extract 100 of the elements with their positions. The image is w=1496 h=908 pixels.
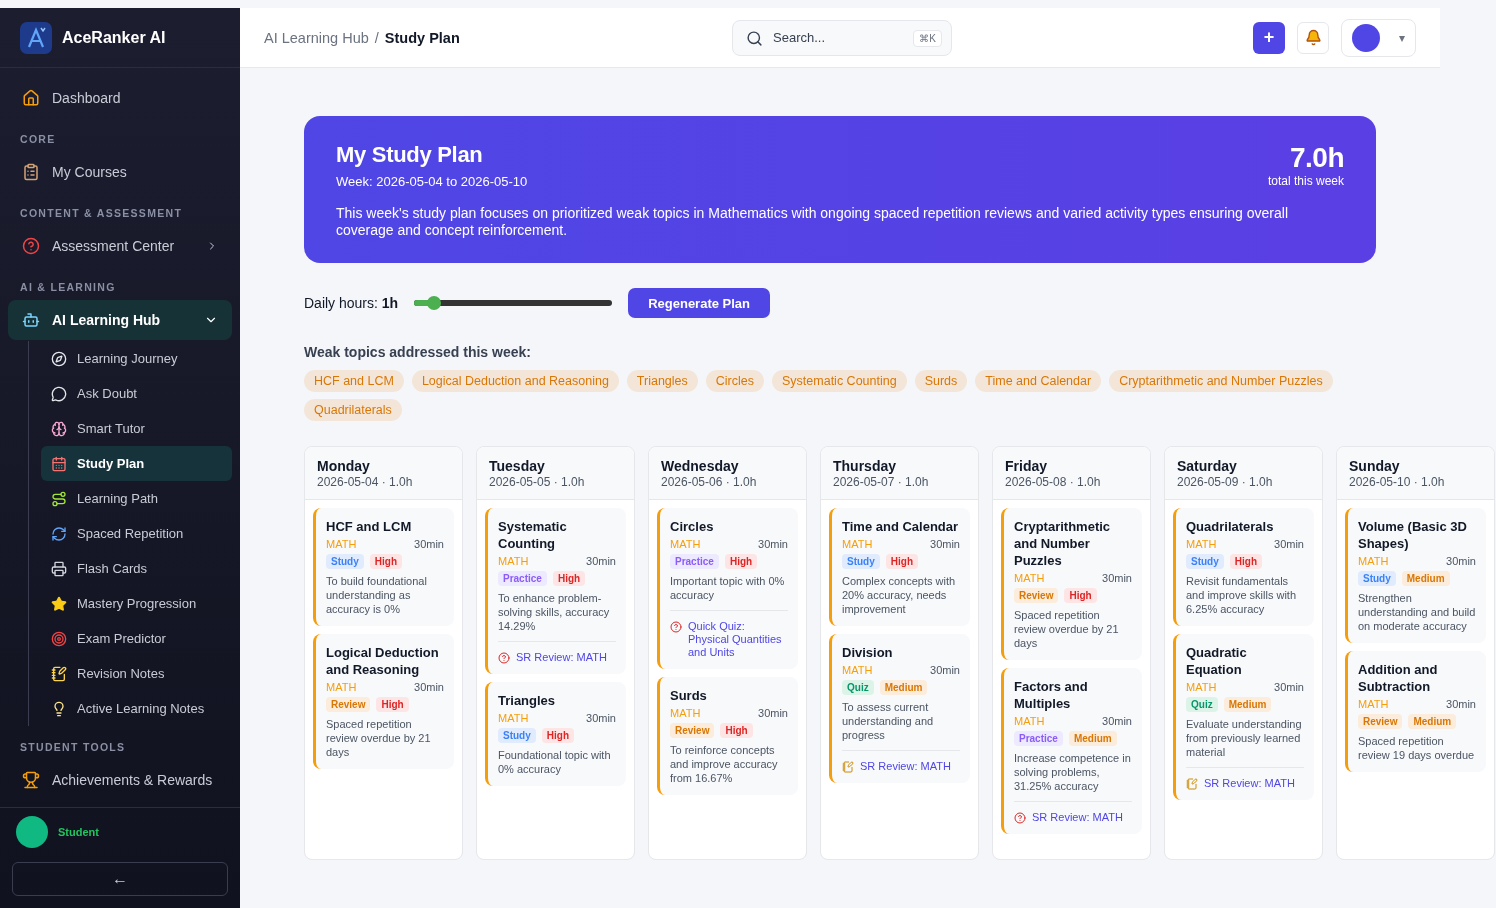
task-tag: Medium: [1401, 571, 1450, 586]
task-tag: Review: [326, 697, 371, 712]
task-title: Division: [842, 644, 894, 661]
nav-subitem[interactable]: Revision Notes: [41, 656, 232, 691]
task-note: To enhance problem-solving skills, accuracy 14.29%: [498, 591, 611, 633]
total-label: total this week: [1267, 174, 1344, 188]
logo-icon: [20, 21, 52, 54]
task-tag: High: [885, 554, 918, 569]
task-duration: 30min: [758, 538, 788, 550]
task-tag: Medium: [1223, 697, 1272, 712]
day-date: 2026-05-10 · 1.0h: [1349, 475, 1446, 489]
task-duration: 30min: [414, 681, 444, 693]
task-note: Important topic with 0% accuracy: [670, 574, 786, 602]
nav-item[interactable]: Dashboard: [8, 78, 232, 118]
nav-item[interactable]: Assessment Center: [8, 226, 232, 266]
clipboard-icon: [22, 163, 40, 181]
task-tag: High: [724, 554, 758, 569]
breadcrumb-separator: /: [374, 29, 379, 46]
day-name: Friday: [1005, 458, 1048, 474]
question-icon: [670, 621, 682, 633]
task-tag: Review: [1014, 588, 1059, 603]
task-subject: MATH: [1014, 715, 1045, 727]
compass-icon: [51, 350, 67, 367]
brand-name: AceRanker AI: [62, 28, 166, 47]
review-link[interactable]: SR Review: MATH: [860, 760, 951, 773]
nav-subitem[interactable]: Ask Doubt: [41, 376, 232, 411]
nav-subitem[interactable]: Spaced Repetition: [41, 516, 232, 551]
task-note: Revisit fundamentals and improve skills with 6.25% accuracy: [1186, 574, 1298, 616]
day-name: Monday: [317, 458, 371, 474]
section-heading: STUDENT TOOLS: [19, 740, 127, 755]
notifications-button[interactable]: [1297, 21, 1329, 54]
topic-chip: Quadrilaterals: [304, 399, 402, 421]
task-subject: MATH: [1186, 681, 1217, 693]
profile-button[interactable]: ▾: [1341, 18, 1416, 57]
task-subject: MATH: [842, 664, 873, 676]
collapse-button[interactable]: ←: [12, 862, 228, 896]
task-duration: 30min: [414, 538, 444, 550]
task-tag: Study: [1186, 554, 1224, 569]
task-tag: Quiz: [1186, 697, 1218, 712]
weak-topics-heading: Weak topics addressed this week:: [304, 344, 532, 360]
task-title: Surds: [670, 687, 708, 704]
week-range: Week: 2026-05-04 to 2026-05-10: [336, 174, 528, 189]
day-date: 2026-05-06 · 1.0h: [661, 475, 758, 489]
notepad-icon: [1186, 778, 1198, 790]
task-tag: Practice: [1014, 731, 1063, 746]
review-link[interactable]: SR Review: MATH: [516, 651, 607, 664]
nav-item[interactable]: My Courses: [8, 152, 232, 192]
nav-subitem[interactable]: Smart Tutor: [41, 411, 232, 446]
task-title: Circles: [670, 518, 715, 535]
nav-subitem[interactable]: Study Plan: [41, 446, 232, 481]
task-note: To reinforce concepts and improve accuracy from 16.67%: [670, 743, 779, 785]
nav-subitem[interactable]: Mastery Progression: [41, 586, 232, 621]
task-subject: MATH: [1358, 555, 1389, 567]
nav-subitem[interactable]: Exam Predictor: [41, 621, 232, 656]
regenerate-button[interactable]: Regenerate Plan: [628, 288, 771, 318]
task-title: Cryptarithmetic and Number Puzzles: [1014, 518, 1112, 569]
task-duration: 30min: [930, 538, 960, 550]
avatar: [16, 816, 48, 848]
slider-thumb[interactable]: [426, 296, 441, 310]
task-subject: MATH: [842, 538, 873, 550]
task-tag: High: [1229, 554, 1262, 569]
star-icon: [51, 595, 67, 612]
task-tag: Quiz: [842, 680, 874, 695]
review-link[interactable]: SR Review: MATH: [1032, 811, 1123, 824]
topic-chip: Systematic Counting: [772, 370, 907, 392]
topic-chip: Triangles: [626, 370, 698, 392]
task-note: Spaced repetition review 19 days overdue: [1358, 734, 1476, 762]
task-tag: Review: [1358, 714, 1403, 729]
lightbulb-icon: [51, 700, 67, 717]
add-button[interactable]: +: [1253, 21, 1285, 54]
breadcrumb[interactable]: AI Learning Hub: [264, 29, 369, 46]
review-link[interactable]: SR Review: MATH: [1204, 777, 1295, 790]
nav-item[interactable]: Achievements & Rewards: [8, 760, 232, 800]
nav-subitem[interactable]: Active Learning Notes: [41, 691, 232, 726]
nav-subitem[interactable]: Flash Cards: [41, 551, 232, 586]
task-note: Complex concepts with 20% accuracy, needs improvement: [842, 574, 957, 616]
daily-hours-label: Daily hours: 1h: [304, 295, 399, 311]
task-duration: 30min: [1446, 555, 1476, 567]
task-tag: High: [720, 723, 753, 738]
nav-item[interactable]: AI Learning Hub: [8, 300, 232, 340]
task-duration: 30min: [1446, 698, 1476, 710]
speech-bubble-icon: [51, 385, 67, 402]
question-icon: [1014, 812, 1026, 824]
review-link[interactable]: Quick Quiz: Physical Quantities and Units: [688, 620, 788, 659]
nav-subitem[interactable]: Learning Path: [41, 481, 232, 516]
task-title: Quadratic Equation: [1186, 644, 1248, 678]
total-hours: 7.0h: [1288, 142, 1344, 174]
task-tag: High: [369, 554, 402, 569]
refresh-icon: [51, 525, 67, 542]
nav-subitem[interactable]: Learning Journey: [41, 341, 232, 376]
task-note: Evaluate understanding from previously learned material: [1186, 717, 1303, 759]
section-heading: AI & LEARNING: [19, 280, 117, 295]
house-icon: [22, 89, 40, 107]
task-subject: MATH: [498, 555, 529, 567]
section-heading: CORE: [19, 132, 57, 147]
task-tag: High: [552, 571, 586, 586]
topic-chip: Time and Calendar: [975, 370, 1102, 392]
task-tag: Practice: [498, 571, 547, 586]
task-subject: MATH: [670, 538, 701, 550]
task-duration: 30min: [1274, 681, 1304, 693]
